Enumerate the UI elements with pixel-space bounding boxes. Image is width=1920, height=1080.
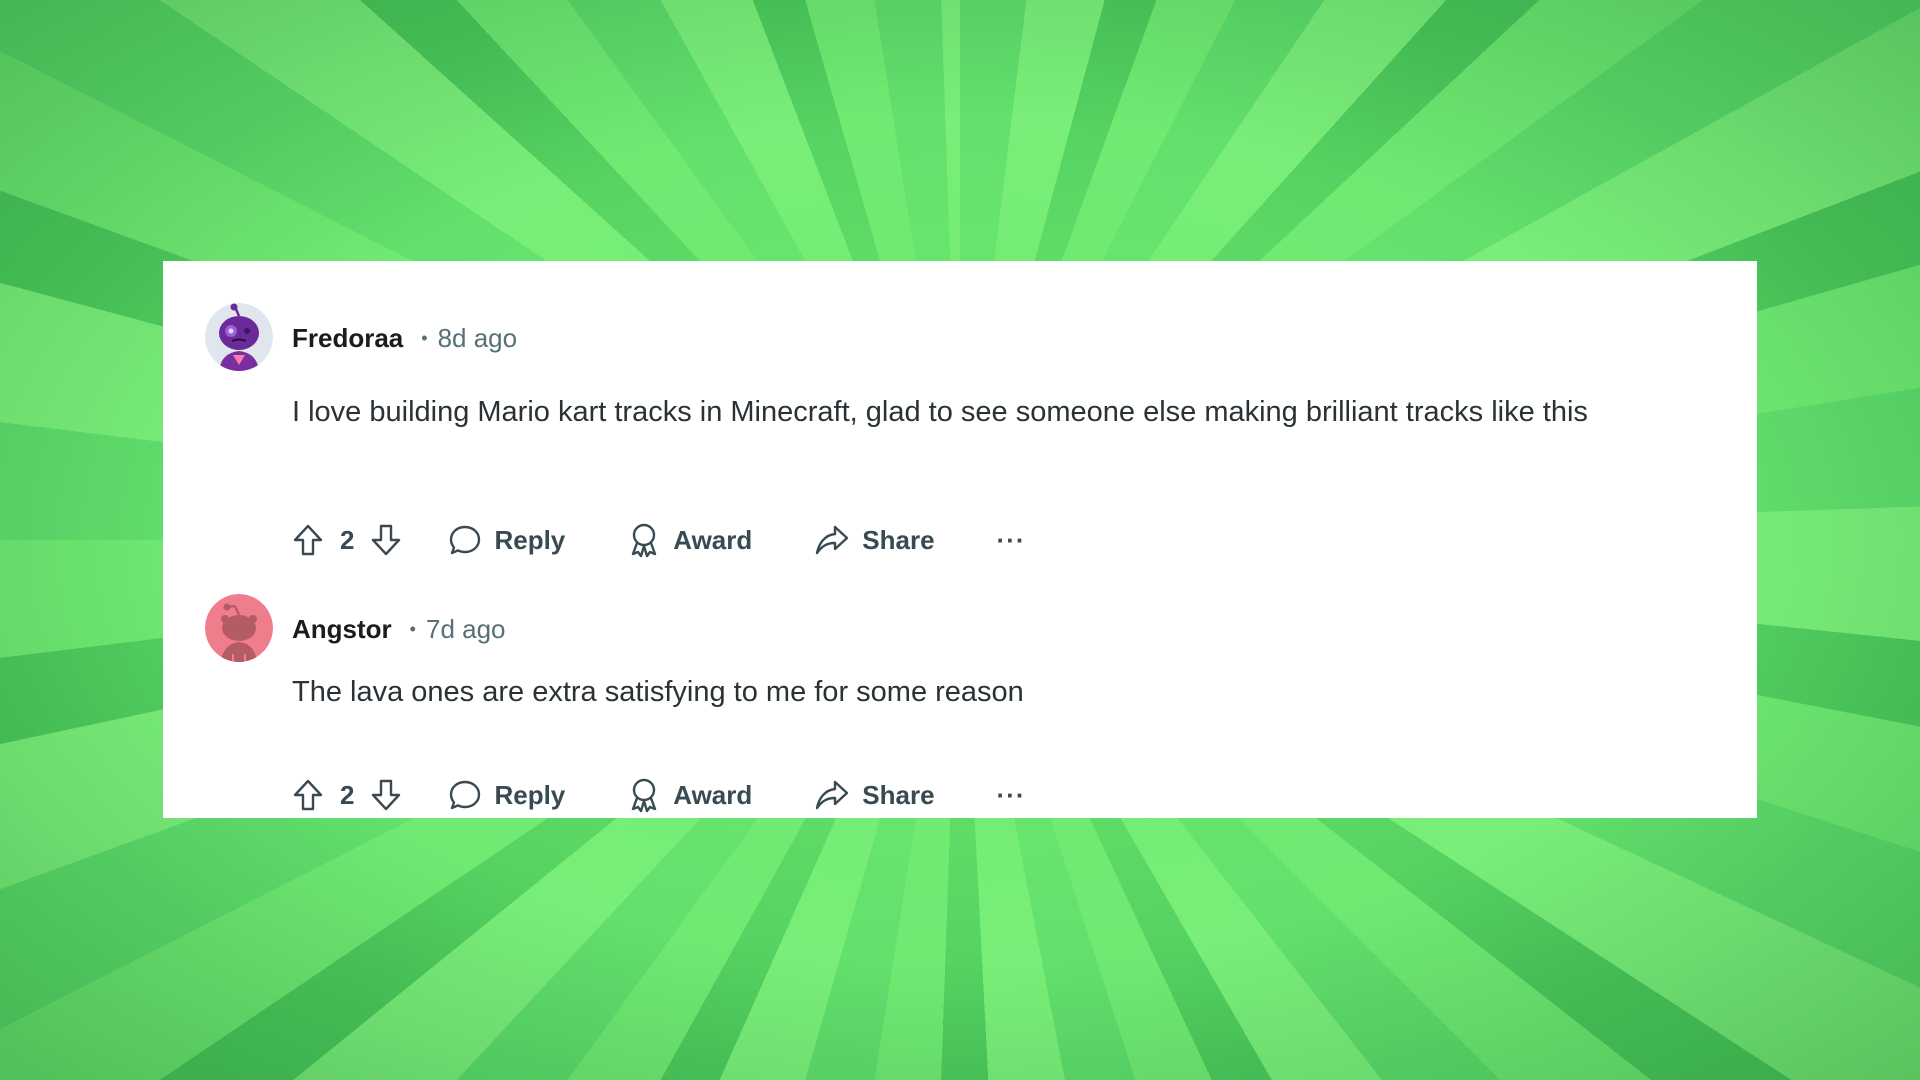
comment-body: The lava ones are extra satisfying to me… [292,676,1024,708]
vote-score: 2 [340,779,355,810]
downvote-icon[interactable] [370,778,402,812]
award-button[interactable]: Award [627,777,752,813]
username[interactable]: Angstor [292,614,392,645]
comment-actions: 2 Reply Award Share ··· [292,518,1026,562]
share-label: Share [862,524,935,555]
vote-controls: 2 [292,523,402,557]
comment-bubble-icon [448,523,482,557]
comment-body: I love building Mario kart tracks in Min… [292,396,1588,428]
user-avatar[interactable] [205,594,273,662]
downvote-icon[interactable] [370,523,402,557]
share-icon [814,778,850,812]
timestamp[interactable]: 7d ago [426,614,506,645]
comments-card: Fredoraa • 8d ago I love building Mario … [163,261,1757,818]
share-label: Share [862,779,935,810]
meta-separator: • [421,327,428,348]
user-avatar[interactable] [205,303,273,371]
reply-button[interactable]: Reply [448,778,565,812]
username[interactable]: Fredoraa [292,323,403,354]
comment-actions: 2 Reply Award Share ··· [292,773,1026,817]
snoo-avatar-icon [205,594,273,662]
reply-label: Reply [494,779,566,810]
snoo-avatar-icon [205,303,273,371]
award-icon [627,522,661,558]
vote-score: 2 [340,524,355,555]
award-label: Award [673,524,753,555]
award-icon [627,777,661,813]
upvote-icon[interactable] [292,778,324,812]
share-icon [814,523,850,557]
timestamp[interactable]: 8d ago [438,323,518,354]
award-label: Award [673,779,753,810]
vote-controls: 2 [292,778,402,812]
share-button[interactable]: Share [814,523,935,557]
comment-bubble-icon [448,778,482,812]
more-options-icon[interactable]: ··· [997,525,1026,556]
reply-button[interactable]: Reply [448,523,565,557]
comment-meta: Angstor • 7d ago [292,612,506,646]
meta-separator: • [409,618,416,639]
more-options-icon[interactable]: ··· [997,780,1026,811]
comment-meta: Fredoraa • 8d ago [292,321,517,355]
upvote-icon[interactable] [292,523,324,557]
share-button[interactable]: Share [814,778,935,812]
award-button[interactable]: Award [627,522,752,558]
reply-label: Reply [494,524,566,555]
